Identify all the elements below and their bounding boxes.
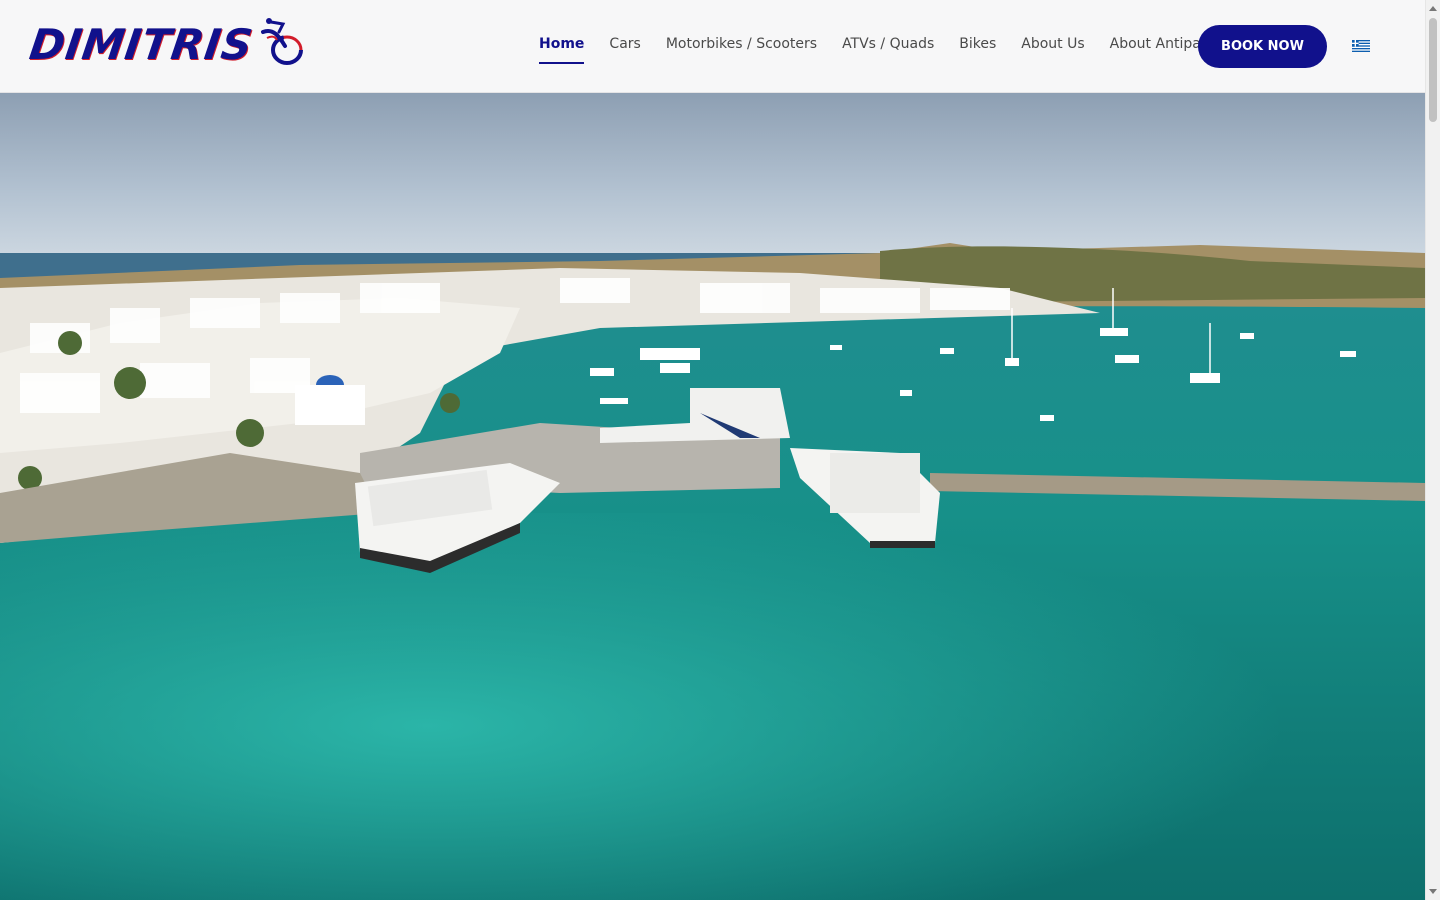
nav-item-home[interactable]: Home — [539, 36, 585, 64]
main-nav: Home Cars Motorbikes / Scooters ATVs / Q… — [539, 36, 1247, 64]
site-header: DIMITRIS Home Cars Motorbikes / Scooters… — [0, 0, 1425, 93]
nav-item-cars[interactable]: Cars — [609, 36, 640, 64]
nav-item-bikes[interactable]: Bikes — [959, 36, 996, 64]
nav-item-motorbikes-scooters[interactable]: Motorbikes / Scooters — [666, 36, 817, 64]
greek-flag-icon[interactable] — [1352, 40, 1370, 52]
bicycle-icon — [260, 17, 303, 65]
nav-item-about-us[interactable]: About Us — [1021, 36, 1084, 64]
scroll-up-icon[interactable] — [1429, 6, 1437, 11]
logo-text: DIMITRIS — [26, 20, 257, 69]
book-now-button[interactable]: BOOK NOW — [1198, 25, 1327, 68]
harbor-photo — [0, 93, 1425, 900]
hero-image — [0, 93, 1425, 900]
site-logo[interactable]: DIMITRIS — [26, 17, 305, 69]
scroll-down-icon[interactable] — [1429, 889, 1437, 894]
scroll-thumb[interactable] — [1429, 18, 1437, 122]
vertical-scrollbar[interactable] — [1425, 0, 1440, 900]
nav-item-atvs-quads[interactable]: ATVs / Quads — [842, 36, 934, 64]
